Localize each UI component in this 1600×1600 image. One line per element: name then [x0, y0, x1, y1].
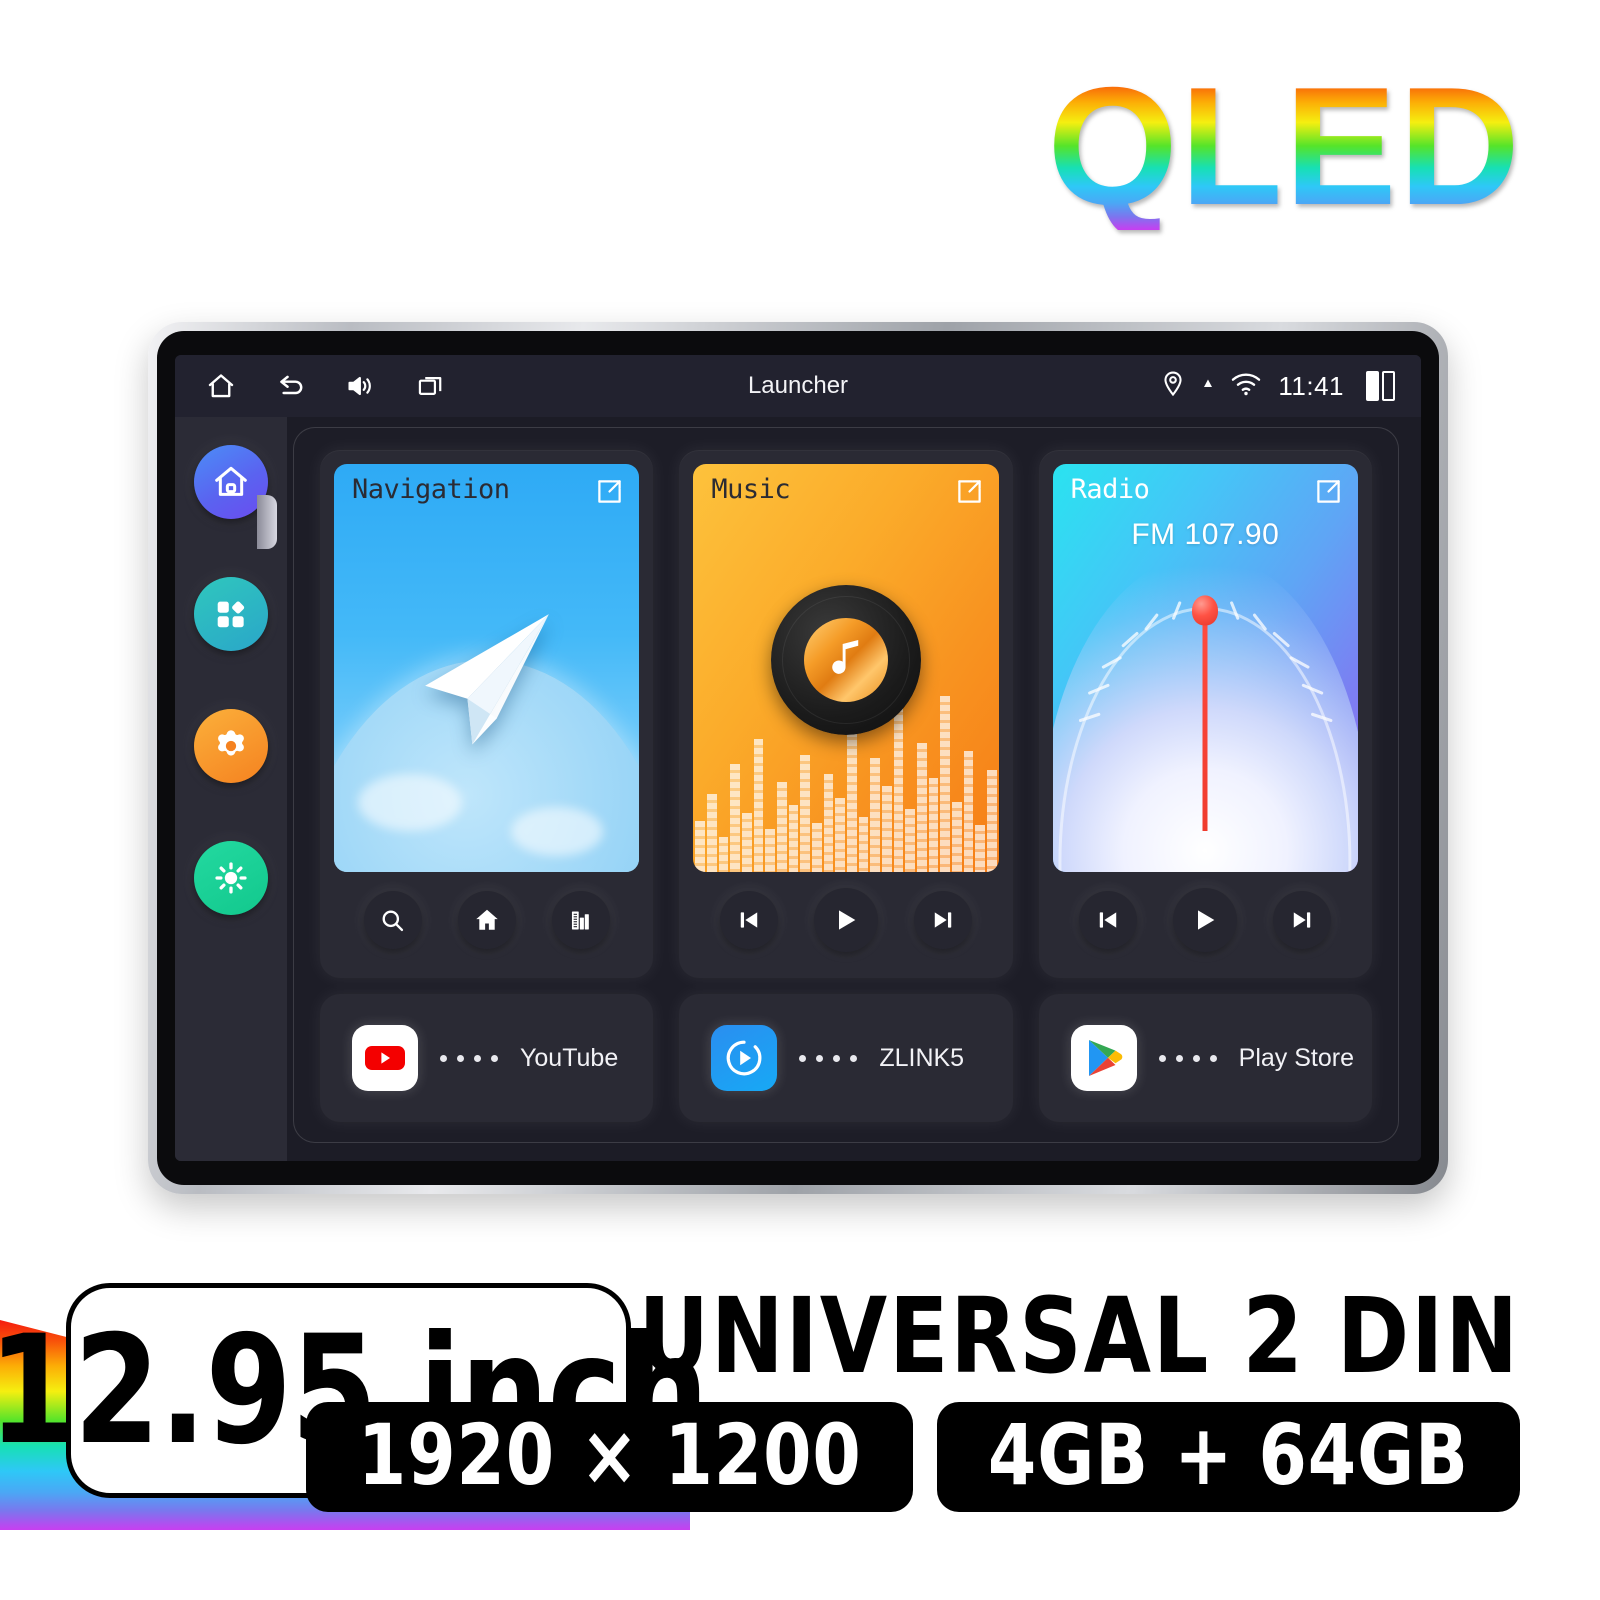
- marketing-banner: 12.95 inch UNIVERSAL 2 DIN 1920 × 1200 4…: [0, 1274, 1600, 1574]
- device-screen: Launcher 11:41 Navigation Music FM 107.9…: [175, 355, 1421, 1161]
- spec-group: UNIVERSAL 2 DIN 1920 × 1200 4GB + 64GB: [305, 1275, 1520, 1512]
- sidebar: [175, 417, 287, 1161]
- wifi-icon: [1230, 371, 1262, 402]
- back-icon[interactable]: [271, 366, 311, 406]
- edit-icon[interactable]: [596, 478, 623, 505]
- status-bar-nav-buttons: [201, 366, 451, 406]
- sidebar-item-home[interactable]: [194, 445, 277, 549]
- record-label: [803, 617, 888, 702]
- navigation-preview[interactable]: Navigation: [334, 464, 640, 872]
- sidebar-item-settings[interactable]: [194, 709, 268, 783]
- music-controls: [719, 872, 972, 968]
- navigation-controls: [363, 872, 610, 968]
- volume-icon[interactable]: [341, 366, 381, 406]
- search-icon[interactable]: [363, 891, 422, 949]
- shortcut-label: ZLINK5: [879, 1043, 965, 1072]
- music-preview[interactable]: Music: [693, 464, 999, 872]
- widget-row: Navigation Music FM 107.90 Radio: [320, 450, 1372, 978]
- widget-title: Radio: [1070, 474, 1150, 505]
- vinyl-record-icon: [770, 584, 921, 735]
- radio-frequency: FM 107.90: [1131, 518, 1280, 551]
- spec-badges: 1920 × 1200 4GB + 64GB: [305, 1402, 1520, 1512]
- memory-text: 4GB + 64GB: [988, 1406, 1470, 1504]
- widget-radio[interactable]: FM 107.90 Radio: [1038, 450, 1372, 978]
- edit-icon[interactable]: [1315, 478, 1342, 505]
- youtube-icon[interactable]: [352, 1025, 418, 1091]
- headline-text: UNIVERSAL 2 DIN: [638, 1275, 1520, 1397]
- connector-dots: [1158, 1054, 1217, 1062]
- zlink-icon[interactable]: [711, 1025, 778, 1091]
- shortcut-zlink5[interactable]: ZLINK5: [679, 994, 1013, 1122]
- car-head-unit-device: Launcher 11:41 Navigation Music FM 107.9…: [148, 322, 1448, 1194]
- recents-icon[interactable]: [411, 366, 451, 406]
- radio-controls: [1079, 872, 1332, 968]
- widget-music[interactable]: Music: [679, 450, 1013, 978]
- status-bar-indicators: 11:41: [1160, 370, 1395, 403]
- device-bezel: Launcher 11:41 Navigation Music FM 107.9…: [157, 331, 1439, 1185]
- shortcut-row: YouTube ZLINK5 Play Store: [320, 994, 1372, 1122]
- shortcut-play-store[interactable]: Play Store: [1038, 994, 1372, 1122]
- cloud-shape: [511, 806, 603, 856]
- location-icon: [1160, 370, 1186, 403]
- launcher-main-panel: Navigation Music FM 107.90 Radio YouTube…: [293, 427, 1399, 1143]
- radio-preview[interactable]: FM 107.90 Radio: [1052, 464, 1358, 872]
- next-icon[interactable]: [913, 891, 972, 949]
- split-screen-icon[interactable]: [1366, 371, 1395, 401]
- play-icon[interactable]: [813, 888, 878, 952]
- next-icon[interactable]: [1273, 891, 1332, 949]
- status-bar: Launcher 11:41: [175, 355, 1421, 417]
- home-icon[interactable]: [457, 891, 516, 949]
- edit-icon[interactable]: [956, 478, 983, 505]
- widget-title: Music: [711, 474, 791, 505]
- shortcut-youtube[interactable]: YouTube: [320, 994, 654, 1122]
- music-note-icon: [832, 639, 859, 674]
- play-icon[interactable]: [1173, 888, 1238, 952]
- qled-logo: QLED: [1047, 52, 1522, 240]
- screen-body: Navigation Music FM 107.90 Radio YouTube…: [175, 417, 1421, 1161]
- tuning-needle: [1202, 619, 1208, 832]
- resolution-text: 1920 × 1200: [357, 1406, 862, 1504]
- sidebar-active-indicator: [257, 495, 277, 549]
- sidebar-item-brightness[interactable]: [194, 841, 268, 915]
- resolution-badge: 1920 × 1200: [305, 1402, 914, 1512]
- widget-title: Navigation: [352, 474, 510, 505]
- previous-icon[interactable]: [719, 891, 778, 949]
- paper-plane-icon: [424, 614, 549, 745]
- needle-knob: [1192, 595, 1219, 626]
- connector-dots: [799, 1054, 858, 1062]
- memory-badge: 4GB + 64GB: [937, 1402, 1520, 1512]
- widget-navigation[interactable]: Navigation: [320, 450, 654, 978]
- home-icon[interactable]: [201, 366, 241, 406]
- shortcut-label: Play Store: [1238, 1043, 1354, 1072]
- building-icon[interactable]: [551, 891, 610, 949]
- previous-icon[interactable]: [1079, 891, 1138, 949]
- sidebar-item-apps[interactable]: [194, 577, 268, 651]
- play-store-icon[interactable]: [1070, 1025, 1137, 1091]
- connector-dots: [440, 1054, 498, 1062]
- status-clock: 11:41: [1278, 370, 1344, 401]
- shortcut-label: YouTube: [520, 1043, 619, 1072]
- location-active-indicator: [1202, 377, 1214, 395]
